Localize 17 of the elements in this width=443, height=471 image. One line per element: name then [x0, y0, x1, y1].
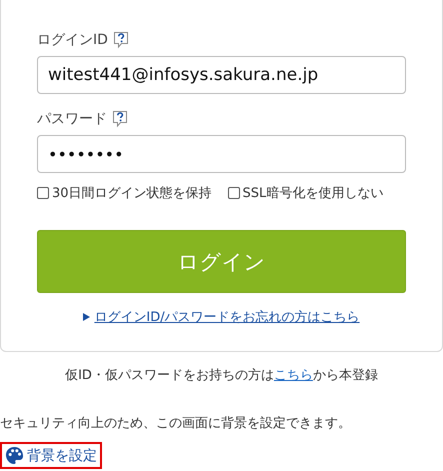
checkbox[interactable] [37, 187, 49, 199]
security-note: セキュリティ向上のため、この画面に背景を設定できます。 [0, 415, 352, 432]
checkbox[interactable] [228, 187, 240, 199]
forgot-link[interactable]: ログインID/パスワードをお忘れの方はこちら [94, 308, 360, 326]
help-icon[interactable] [112, 110, 128, 128]
help-icon[interactable] [112, 31, 129, 49]
checkbox-label[interactable]: SSL暗号化を使用しない [242, 184, 384, 202]
palette-icon [5, 446, 24, 465]
registration-text: 仮ID・仮パスワードをお持ちの方はこちらから本登録 [65, 367, 378, 384]
checkbox-label[interactable]: 30日間ログイン状態を保持 [52, 184, 212, 202]
background-link[interactable]: 背景を設定 [0, 442, 102, 469]
registration-link[interactable]: こちら [274, 368, 313, 383]
field-label: パスワード [37, 110, 107, 128]
input-field[interactable]: witest441@infosys.sakura.ne.jp [37, 56, 406, 94]
field-label: ログインID [37, 31, 108, 49]
input-field[interactable]: •••••••• [37, 135, 406, 173]
triangle-icon [83, 313, 90, 321]
